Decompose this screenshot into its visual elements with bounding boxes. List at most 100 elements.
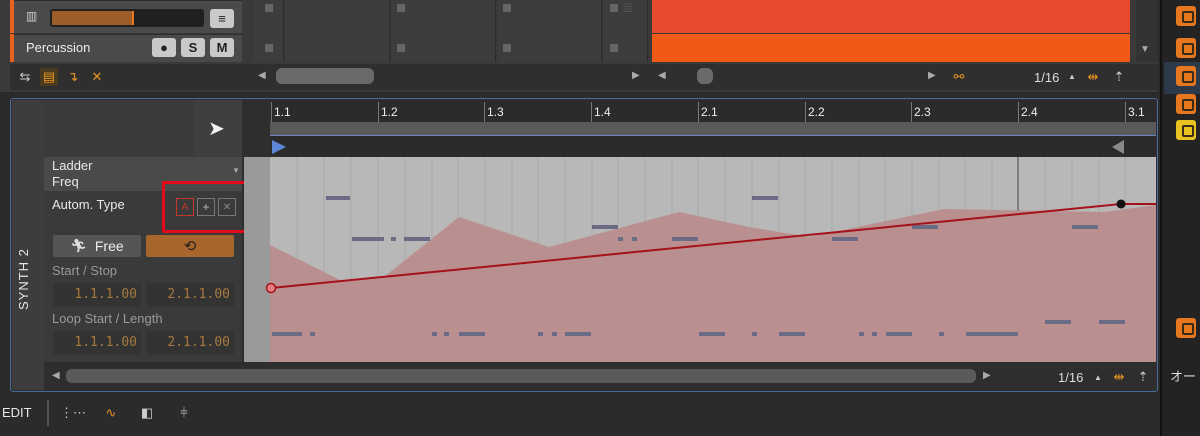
track-menu-label: ≡ xyxy=(218,11,226,26)
plugin-icon[interactable] xyxy=(1176,120,1196,140)
automation-editor-icon[interactable]: ∿ xyxy=(102,404,120,422)
parameter-name-line2: Freq xyxy=(52,174,79,189)
swap-icon[interactable]: ⇆ xyxy=(16,68,34,86)
track-vertical-tab[interactable]: SYNTH 2 xyxy=(12,100,44,390)
scroll-right-icon[interactable]: ▶ xyxy=(983,370,991,381)
clip-slot-stop[interactable] xyxy=(397,44,405,52)
clip-slot-stop[interactable] xyxy=(610,4,618,12)
clip-slot-stop[interactable] xyxy=(503,4,511,12)
track-name[interactable]: Percussion xyxy=(26,40,90,55)
ruler-tick xyxy=(591,102,592,122)
clip-slot-stop[interactable] xyxy=(397,4,405,12)
clip-slot-stop[interactable] xyxy=(503,44,511,52)
edit-mode-label[interactable]: EDIT xyxy=(2,405,32,420)
pointer-tool-icon[interactable]: ➤ xyxy=(208,116,225,141)
solo-button[interactable]: S xyxy=(181,38,205,57)
clip-slot-column[interactable] xyxy=(498,0,602,62)
plugin-icon[interactable] xyxy=(1176,6,1196,26)
scroll-left-icon[interactable]: ◀ xyxy=(258,70,266,81)
inspector-icon[interactable]: ◧ xyxy=(138,404,156,422)
arrangement-clip[interactable] xyxy=(652,0,1130,33)
ruler-label: 2.2 xyxy=(808,105,825,119)
pin-icon[interactable]: ⇡ xyxy=(1110,68,1128,86)
clip-slot-stop[interactable] xyxy=(265,4,273,12)
grid-up-icon[interactable]: ▲ xyxy=(1094,373,1102,382)
loop-start-length-label: Loop Start / Length xyxy=(52,311,163,326)
ruler-tick xyxy=(911,102,912,122)
scroll-right-icon[interactable]: ▶ xyxy=(632,70,640,81)
autom-type-label: Autom. Type xyxy=(52,197,125,212)
ruler-label: 2.4 xyxy=(1021,105,1038,119)
arranger-toolbar xyxy=(10,64,1158,90)
detail-scroll-thumb[interactable] xyxy=(66,369,976,383)
run-icon: 🏃︎ xyxy=(70,238,87,253)
ruler-label: 1.2 xyxy=(381,105,398,119)
snap-icon[interactable]: ⚯ xyxy=(950,68,968,86)
scroll-left-icon[interactable]: ◀ xyxy=(658,70,666,81)
sidebar-label: オー xyxy=(1170,369,1197,384)
ruler-label: 2.1 xyxy=(701,105,718,119)
loop-end-marker[interactable] xyxy=(1112,140,1124,154)
ruler-tick xyxy=(805,102,806,122)
ruler-tick xyxy=(484,102,485,122)
track-color-bar xyxy=(10,0,14,33)
list-icon: ≣ xyxy=(622,0,633,15)
grid-up-icon[interactable]: ▲ xyxy=(1068,72,1076,81)
free-label: Free xyxy=(94,238,124,254)
clip-slot-column[interactable] xyxy=(286,0,390,62)
ruler-label: 1.4 xyxy=(594,105,611,119)
loop-start-field[interactable]: 1.1.1.00 xyxy=(53,331,141,355)
plugin-icon[interactable] xyxy=(1176,66,1196,86)
mute-button[interactable]: M xyxy=(210,38,234,57)
grid-size[interactable]: 1/16 xyxy=(1034,70,1059,85)
loop-region-bar[interactable] xyxy=(270,122,1156,136)
record-arm-button[interactable]: ● xyxy=(152,38,176,57)
ruler-tick xyxy=(378,102,379,122)
loop-icon: ⟲ xyxy=(183,238,197,255)
clip-slot-column[interactable] xyxy=(392,0,496,62)
loop-start-marker[interactable] xyxy=(272,140,286,154)
follow-icon[interactable]: ↴ xyxy=(64,68,82,86)
track-vertical-label: SYNTH 2 xyxy=(16,248,31,310)
volume-slider[interactable] xyxy=(50,9,204,27)
ruler-tick xyxy=(1125,102,1126,122)
start-stop-label: Start / Stop xyxy=(52,263,118,278)
piano-roll-icon[interactable]: ⋮⋯ xyxy=(60,404,86,422)
plugin-icon[interactable] xyxy=(1176,38,1196,58)
ruler-tick xyxy=(698,102,699,122)
loop-length-field[interactable]: 2.1.1.00 xyxy=(146,331,234,355)
zoom-fit-icon[interactable]: ⇹ xyxy=(1084,68,1102,86)
mute-label: M xyxy=(216,40,228,55)
ruler-tick xyxy=(1018,102,1019,122)
zoom-fit-icon[interactable]: ⇹ xyxy=(1110,368,1128,386)
stop-field[interactable]: 2.1.1.00 xyxy=(146,283,234,307)
clip-slot-stop[interactable] xyxy=(265,44,273,52)
scroll-left-icon[interactable]: ◀ xyxy=(52,370,60,381)
parameter-name-line1: Ladder xyxy=(52,158,93,173)
plugin-icon[interactable] xyxy=(1176,94,1196,114)
plugin-icon[interactable] xyxy=(1176,318,1196,338)
ruler-label: 3.1 xyxy=(1128,105,1145,119)
bottom-bar xyxy=(0,394,1160,436)
launcher-scroll-thumb[interactable] xyxy=(276,68,374,84)
clip-view-icon[interactable]: ▤ xyxy=(40,68,58,86)
clip-slot-stop[interactable] xyxy=(610,44,618,52)
pin-icon[interactable]: ⇡ xyxy=(1134,368,1152,386)
start-field[interactable]: 1.1.1.00 xyxy=(53,283,141,307)
scroll-down-icon[interactable]: ▼ xyxy=(1140,44,1150,55)
chevron-down-icon[interactable]: ▼ xyxy=(232,166,240,175)
divider xyxy=(47,400,49,426)
loop-toggle-button[interactable]: ⟲ xyxy=(146,235,234,257)
track-color-bar xyxy=(10,34,14,62)
close-icon[interactable]: ✕ xyxy=(88,68,106,86)
mixer-icon[interactable]: ⫩ xyxy=(175,404,193,422)
automation-graph[interactable] xyxy=(244,157,1156,362)
record-icon: ● xyxy=(160,40,168,55)
detail-grid-size[interactable]: 1/16 xyxy=(1058,370,1083,385)
arrangement-clip[interactable] xyxy=(652,34,1130,62)
free-button[interactable]: 🏃︎ Free xyxy=(53,235,141,257)
ruler-label: 2.3 xyxy=(914,105,931,119)
track-menu-button[interactable]: ≡ xyxy=(210,9,234,28)
arrange-scroll-thumb[interactable] xyxy=(697,68,713,84)
scroll-right-icon[interactable]: ▶ xyxy=(928,70,936,81)
